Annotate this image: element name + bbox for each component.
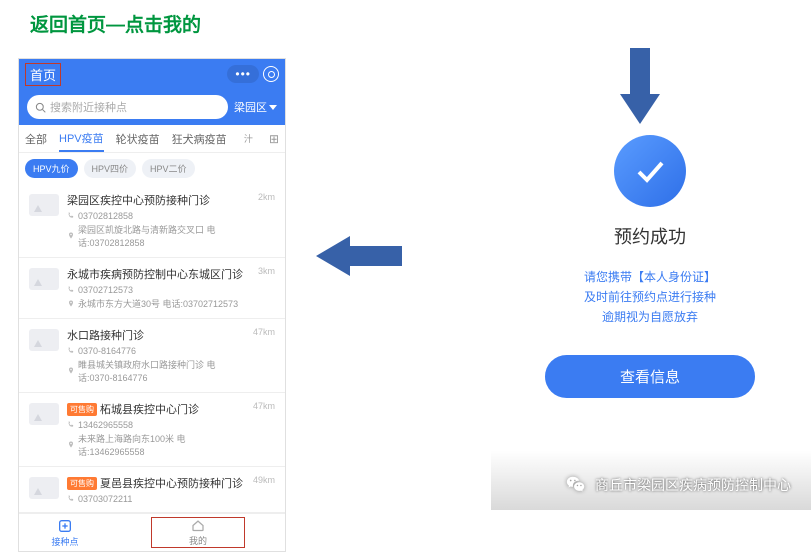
region-selector[interactable]: 梁园区: [234, 99, 277, 115]
header-home-highlight[interactable]: 首页: [25, 63, 61, 86]
sale-badge: 可售购: [67, 403, 97, 416]
menu-dots-icon[interactable]: •••: [227, 65, 259, 83]
clinic-phone: 0370281285­8: [67, 211, 250, 221]
search-icon: [35, 102, 46, 113]
clinic-distance: 49km: [253, 475, 275, 504]
check-circle-icon: [614, 135, 686, 207]
clinic-address: 未来路上海路向东100米 电话:13462965558: [67, 432, 245, 458]
success-title: 预约成功: [545, 223, 755, 249]
clinic-item[interactable]: 梁园区疾控中心预防接种门诊 0370281285­8 梁园区凯旋北路与清新路交叉…: [19, 184, 285, 258]
clinic-address: 睢县城关镇政府水口路接种门诊 电话:0370-8164776: [67, 358, 245, 384]
filter-pills: HPV九价 HPV四价 HPV二价: [19, 153, 285, 184]
clinic-distance: 3km: [258, 266, 275, 310]
view-info-button[interactable]: 查看信息: [545, 355, 755, 398]
clinic-item[interactable]: 可售购夏邑县疾控中心预防接种门诊 0370307221­1 49km: [19, 467, 285, 513]
region-label: 梁园区: [234, 99, 267, 115]
wechat-icon: [565, 474, 587, 496]
search-placeholder: 搜索附近接种点: [50, 99, 127, 115]
nav-mine-highlight[interactable]: 我的: [151, 517, 245, 548]
pill-hpv4[interactable]: HPV四价: [84, 159, 137, 178]
clinic-thumb: [29, 403, 59, 425]
wechat-attribution: 商丘市梁园区疾病预防控制中心: [565, 474, 791, 496]
clinic-name: 永城市疾病预防控制中心东城区门诊: [67, 266, 250, 282]
clinic-distance: 47km: [253, 327, 275, 384]
arrow-left-icon: [316, 232, 402, 280]
nav-clinics[interactable]: 接种点: [19, 514, 111, 551]
sale-badge: 可售购: [67, 477, 97, 490]
target-icon[interactable]: [263, 66, 279, 82]
search-input[interactable]: 搜索附近接种点: [27, 95, 228, 119]
search-bar: 搜索附近接种点 梁园区: [19, 89, 285, 125]
clinic-list: 梁园区疾控中心预防接种门诊 0370281285­8 梁园区凯旋北路与清新路交叉…: [19, 184, 285, 513]
clinic-name: 水口路接种门诊: [67, 327, 245, 343]
success-line: 及时前往预约点进行接种: [545, 287, 755, 307]
nav-clinics-label: 接种点: [51, 535, 78, 548]
chevron-down-icon: [269, 105, 277, 110]
clinic-name: 梁园区疾控中心预防接种门诊: [67, 192, 250, 208]
tab-rota[interactable]: 轮状疫苗: [116, 131, 160, 147]
clinic-phone: 13462965558: [67, 420, 245, 430]
success-instructions: 请您携带【本人身份证】 及时前往预约点进行接种 逾期视为自愿放弃: [545, 267, 755, 327]
clinic-address: 梁园区凯旋北路与清新路交叉口 电话:03702812858: [67, 223, 250, 249]
wechat-name: 商丘市梁园区疾病预防控制中心: [595, 475, 791, 495]
bottom-nav: 接种点 我的: [19, 513, 285, 551]
tab-hpv[interactable]: HPV疫苗: [59, 130, 104, 152]
clinic-item[interactable]: 永城市疾病预防控制中心东城区门诊 03702712573 永城市东方大道30号 …: [19, 258, 285, 319]
tab-all[interactable]: 全部: [25, 131, 47, 147]
pill-hpv9[interactable]: HPV九价: [25, 159, 78, 178]
clinic-name: 可售购夏邑县疾控中心预防接种门诊: [67, 475, 245, 491]
success-line: 逾期视为自愿放弃: [545, 307, 755, 327]
clinic-phone: 03702712573: [67, 285, 250, 295]
plus-icon: [57, 518, 73, 534]
home-icon: [190, 518, 206, 533]
clinic-address: 永城市东方大道30号 电话:03702712573: [67, 297, 250, 310]
clinic-thumb: [29, 268, 59, 290]
clinic-name: 可售购柘城县疾控中心门诊: [67, 401, 245, 417]
grid-icon[interactable]: ⊞: [269, 132, 279, 146]
clinic-item[interactable]: 可售购柘城县疾控中心门诊 13462965558 未来路上海路向东100米 电话…: [19, 393, 285, 467]
clinic-phone: 0370307221­1: [67, 494, 245, 504]
page-title: 返回首页—点击我的: [30, 10, 201, 37]
tab-more[interactable]: 汁: [244, 132, 253, 145]
vaccine-tabs: 全部 HPV疫苗 轮状疫苗 狂犬病疫苗 汁 ⊞: [19, 125, 285, 153]
pill-hpv2[interactable]: HPV二价: [142, 159, 195, 178]
clinic-thumb: [29, 477, 59, 499]
success-line: 请您携带【本人身份证】: [545, 267, 755, 287]
clinic-thumb: [29, 194, 59, 216]
tab-rabies[interactable]: 狂犬病疫苗: [172, 131, 227, 147]
phone-mockup: 首页 ••• 搜索附近接种点 梁园区 全部 HPV疫苗 轮状疫苗 狂犬病疫苗 汁…: [18, 58, 286, 552]
success-panel: 预约成功 请您携带【本人身份证】 及时前往预约点进行接种 逾期视为自愿放弃 查看…: [545, 135, 755, 398]
clinic-phone: 0370-8164776: [67, 346, 245, 356]
clinic-distance: 47km: [253, 401, 275, 458]
clinic-distance: 2km: [258, 192, 275, 249]
clinic-thumb: [29, 329, 59, 351]
arrow-down-icon: [616, 48, 664, 124]
clinic-item[interactable]: 水口路接种门诊 0370-8164776 睢县城关镇政府水口路接种门诊 电话:0…: [19, 319, 285, 393]
nav-mine-label: 我的: [189, 534, 207, 547]
app-header: 首页 •••: [19, 59, 285, 89]
